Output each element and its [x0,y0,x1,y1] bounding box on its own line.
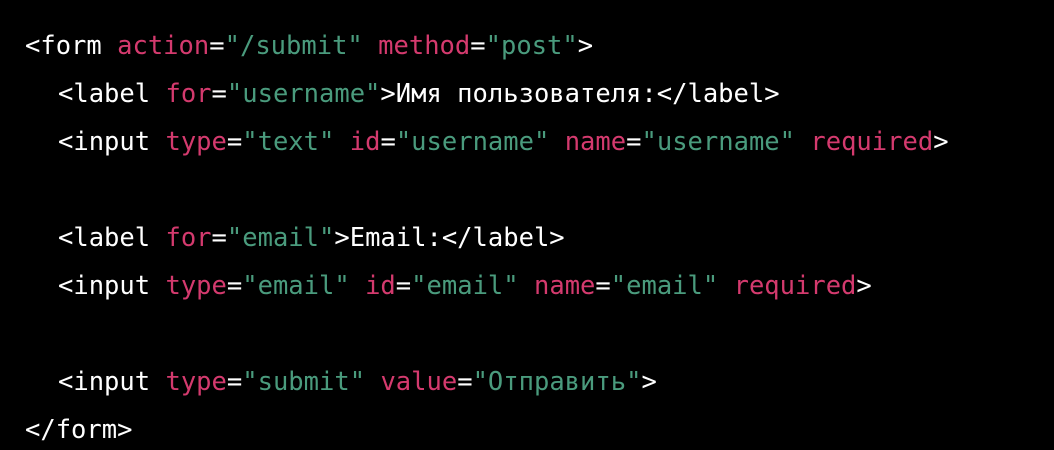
attribute-token: value [380,367,458,397]
string-token: "email" [226,223,335,253]
attribute-token: type [165,271,227,301]
punctuation-token [350,271,365,301]
code-line: </form> [25,406,1054,450]
tag-token: <input [58,127,166,157]
tag-token: >Email:</label> [334,223,565,253]
tag-token: <form [25,31,118,61]
tag-token: <label [58,223,166,253]
punctuation-token: = [470,31,486,61]
string-token: "email" [242,271,350,301]
attribute-token: id [365,271,396,301]
code-line: <label for="email">Email:</label> [25,214,1054,262]
string-token: "username" [641,127,796,157]
string-token: "submit" [242,367,366,397]
tag-token: <label [58,79,166,109]
punctuation-token: = [457,367,473,397]
punctuation-token: = [380,127,396,157]
tag-token: <input [58,367,166,397]
attribute-token: name [564,127,627,157]
attribute-token: required [810,127,934,157]
punctuation-token: = [211,223,227,253]
punctuation-token [718,271,733,301]
punctuation-token [365,367,380,397]
string-token: "username" [226,79,381,109]
attribute-token: name [533,271,596,301]
punctuation-token [519,271,534,301]
tag-token: >Имя пользователя:</label> [380,79,780,109]
attribute-token: for [165,223,212,253]
tag-token: > [577,31,594,61]
punctuation-token: = [211,79,227,109]
tag-token: <input [58,271,166,301]
punctuation-token: = [209,31,225,61]
code-line: <input type="email" id="email" name="ema… [25,262,1054,310]
punctuation-token: = [226,367,243,397]
tag-token: </form> [25,415,133,445]
string-token: "text" [242,127,335,157]
string-token: "email" [411,271,519,301]
string-token: "/submit" [224,31,363,61]
tag-token: > [641,367,657,397]
attribute-token: for [165,79,212,109]
attribute-token: type [165,127,227,157]
punctuation-token [334,127,349,157]
attribute-token: required [733,271,857,301]
attribute-token: type [165,367,227,397]
string-token: "post" [485,31,578,61]
code-line: <input type="text" id="username" name="u… [25,118,1054,166]
punctuation-token: = [226,271,243,301]
punctuation-token: = [626,127,642,157]
punctuation-token [363,31,378,61]
attribute-token: action [117,31,210,61]
code-line: <form action="/submit" method="post"> [25,22,1054,70]
punctuation-token: = [395,271,412,301]
code-line: <input type="submit" value="Отправить"> [25,358,1054,406]
punctuation-token: = [595,271,611,301]
code-line: <label for="username">Имя пользователя:<… [25,70,1054,118]
string-token: "Отправить" [472,367,642,397]
code-block: <form action="/submit" method="post"> <la… [0,0,1054,450]
tag-token: > [933,127,949,157]
attribute-token: id [349,127,381,157]
punctuation-token [549,127,564,157]
string-token: "email" [610,271,719,301]
string-token: "username" [395,127,550,157]
punctuation-token: = [226,127,243,157]
tag-token: > [856,271,872,301]
punctuation-token [795,127,810,157]
attribute-token: method [378,31,471,61]
